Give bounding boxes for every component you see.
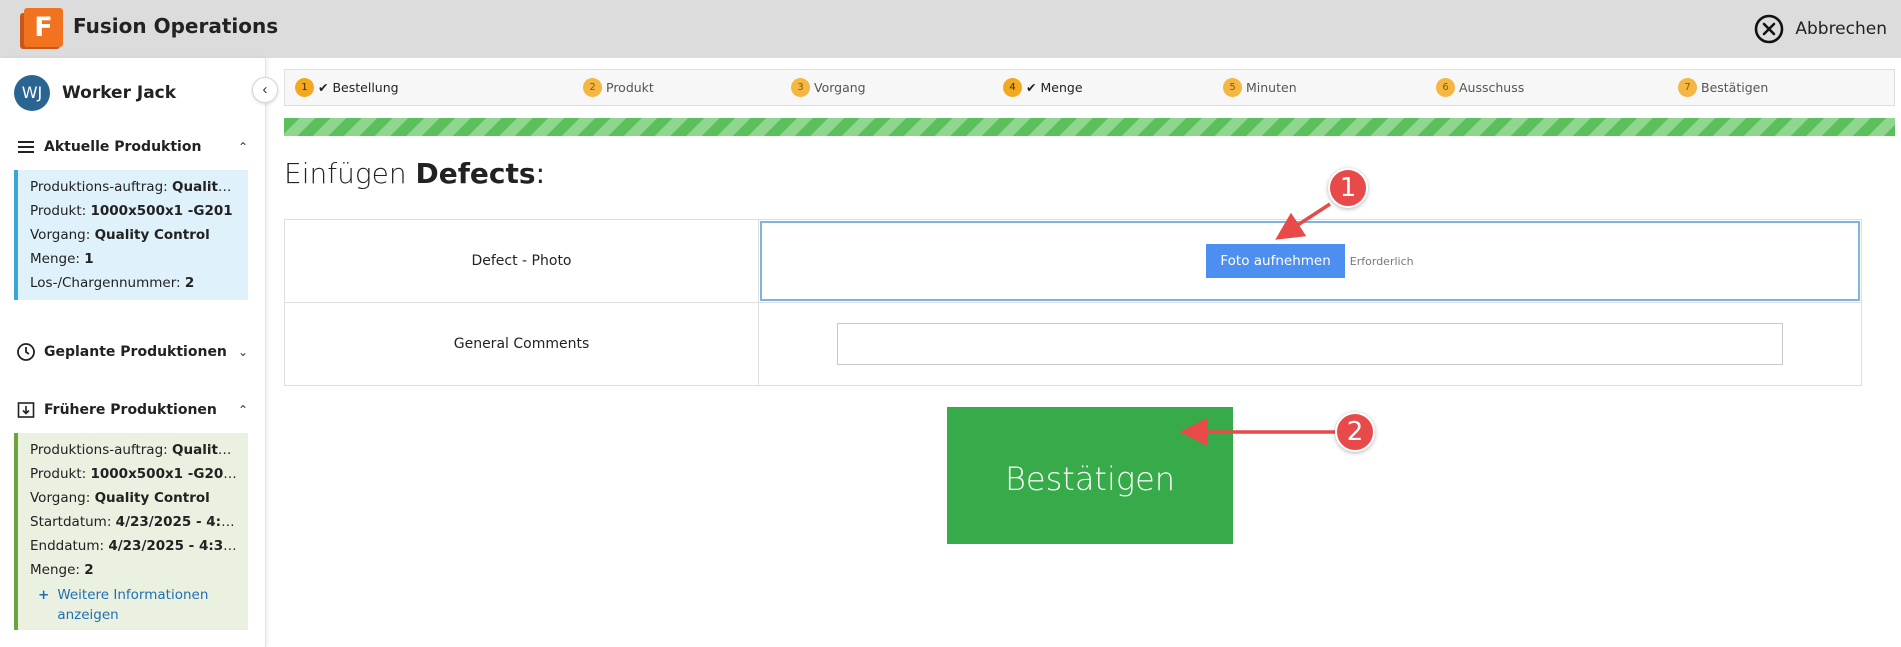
info-row: Produkt: 1000x500x1 -G201 ( 1... — [30, 466, 238, 482]
info-row: Menge: 1 — [30, 251, 94, 267]
step-order[interactable]: 1 ✔ Bestellung — [295, 70, 399, 105]
progress-bar — [284, 118, 1895, 136]
chevron-down-icon: ⌄ — [237, 345, 248, 359]
step-scrap[interactable]: 6 Ausschuss — [1436, 70, 1524, 105]
info-row: Vorgang: Quality Control — [30, 227, 210, 243]
info-row: Startdatum: 4/23/2025 - 4:30 ... — [30, 514, 238, 530]
comments-input[interactable] — [837, 323, 1783, 365]
check-icon: ✔ — [1026, 80, 1037, 95]
section-planned-productions[interactable]: Geplante Produktionen ⌄ — [16, 340, 248, 364]
photo-label: Defect - Photo — [285, 220, 759, 302]
chevron-left-icon: ‹ — [262, 81, 268, 98]
form-row-comments: General Comments — [285, 303, 1861, 385]
plus-icon: + — [38, 587, 50, 603]
photo-field: Foto aufnehmen Erforderlich — [760, 221, 1860, 301]
current-production-card: Produktions-auftrag: Quality C... Produk… — [14, 170, 248, 300]
confirm-button[interactable]: Bestätigen — [947, 407, 1233, 544]
chevron-up-icon: ⌃ — [237, 403, 248, 417]
defect-form: Defect - Photo Foto aufnehmen Erforderli… — [284, 219, 1862, 386]
comments-field — [759, 303, 1861, 385]
info-row: Vorgang: Quality Control — [30, 490, 210, 506]
info-row: Los-/Chargennummer: 2 — [30, 275, 195, 291]
avatar: WJ — [14, 75, 50, 111]
info-row: Menge: 2 — [30, 562, 94, 578]
clock-icon — [17, 343, 35, 361]
chevron-up-icon: ⌃ — [237, 140, 248, 154]
step-wizard: 1 ✔ Bestellung 2 Produkt 3 Vorgang 4 ✔ Menge 5… — [284, 69, 1895, 106]
step-confirm[interactable]: 7 Bestätigen — [1678, 70, 1768, 105]
section-past-productions[interactable]: Frühere Produktionen ⌃ — [16, 398, 248, 422]
info-row: Enddatum: 4/23/2025 - 4:32 AM — [30, 538, 238, 554]
page-title: Einfügen Defects: — [284, 157, 546, 190]
form-row-photo: Defect - Photo Foto aufnehmen Erforderli… — [285, 220, 1861, 303]
user-name: Worker Jack — [62, 83, 177, 103]
sidebar: WJ Worker Jack ‹ Aktuelle Produktion ⌃ P… — [0, 58, 278, 647]
info-row: Produktions-auftrag: Quality C... — [30, 442, 238, 458]
take-photo-button[interactable]: Foto aufnehmen — [1206, 244, 1345, 278]
past-production-card: Produktions-auftrag: Quality C... Produk… — [14, 433, 248, 630]
section-current-production[interactable]: Aktuelle Produktion ⌃ — [16, 135, 248, 159]
check-icon: ✔ — [318, 80, 329, 95]
cancel-label: Abbrechen — [1795, 19, 1887, 39]
app-title: Fusion Operations — [73, 14, 279, 38]
annotation-marker: 2 — [1335, 412, 1375, 452]
step-quantity[interactable]: 4 ✔ Menge — [1003, 70, 1083, 105]
main-content: 1 ✔ Bestellung 2 Produkt 3 Vorgang 4 ✔ Menge 5… — [266, 58, 1901, 647]
menu-icon — [18, 141, 34, 153]
step-minutes[interactable]: 5 Minuten — [1223, 70, 1297, 105]
info-row: Produkt: 1000x500x1 -G201 — [30, 203, 233, 219]
archive-download-icon — [17, 402, 35, 418]
cancel-button[interactable]: Abbrechen — [1753, 13, 1887, 45]
app-logo: F — [20, 8, 63, 49]
info-row: Produktions-auftrag: Quality C... — [30, 179, 238, 195]
collapse-sidebar-button[interactable]: ‹ — [252, 77, 278, 103]
step-product[interactable]: 2 Produkt — [583, 70, 654, 105]
required-hint: Erforderlich — [1349, 254, 1414, 268]
close-circle-icon — [1755, 14, 1784, 44]
top-bar: F Fusion Operations Abbrechen — [0, 0, 1901, 58]
more-info-link[interactable]: + Weitere Informationen anzeigen — [30, 585, 238, 625]
annotation-marker: 1 — [1328, 168, 1368, 208]
comments-label: General Comments — [285, 303, 759, 385]
user-info: WJ Worker Jack — [14, 75, 176, 111]
step-operation[interactable]: 3 Vorgang — [791, 70, 866, 105]
